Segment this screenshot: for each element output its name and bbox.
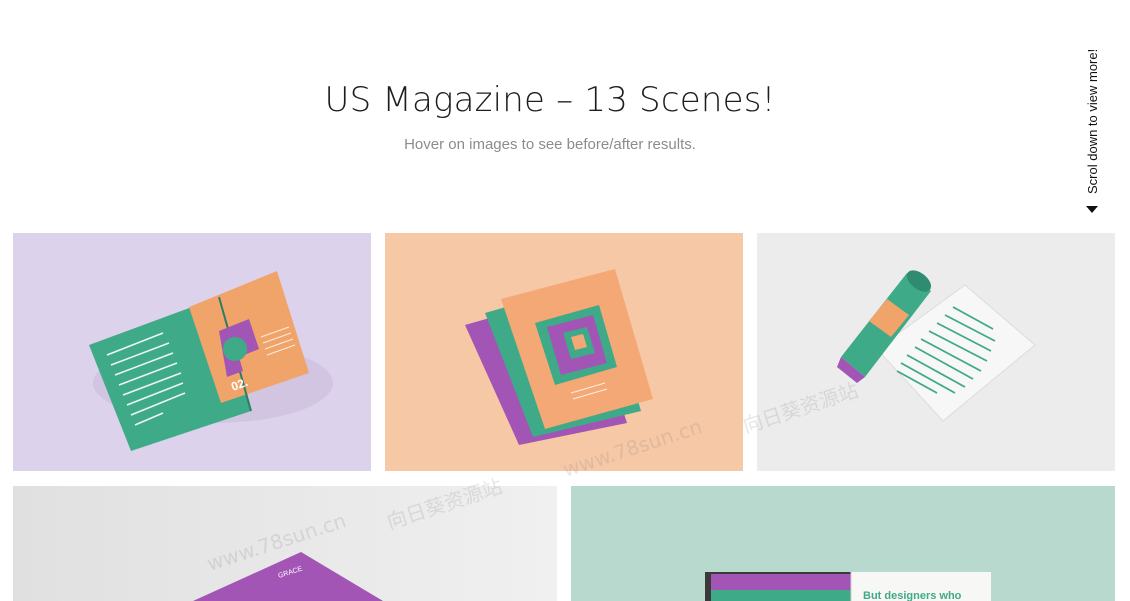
magazine-mint-illustration: But designers who [571,486,1115,601]
open-magazine-illustration: 02. [13,233,371,471]
page-title: US Magazine – 13 Scenes! [324,80,776,120]
scroll-hint-label: Scrol down to view more! [1085,48,1100,194]
rolled-magazine-illustration [757,233,1115,471]
gallery-image-magazine-mint[interactable]: But designers who [571,486,1115,601]
gallery-image-magazine-grey[interactable]: GRACE [13,486,557,601]
page-subtitle: Hover on images to see before/after resu… [404,136,696,153]
gallery-image-rolled-magazine[interactable] [757,233,1115,471]
gallery-image-stacked-magazines[interactable] [385,233,743,471]
arrow-down-icon [1086,206,1098,213]
gallery-image-open-magazine[interactable]: 02. [13,233,371,471]
magazine-grey-illustration: GRACE [13,486,557,601]
stacked-magazines-illustration [385,233,743,471]
scroll-hint[interactable]: Scrol down to view more! [1078,24,1108,220]
page-header: US Magazine – 13 Scenes! Hover on images… [0,0,1130,200]
page-text: But designers who [863,590,962,601]
